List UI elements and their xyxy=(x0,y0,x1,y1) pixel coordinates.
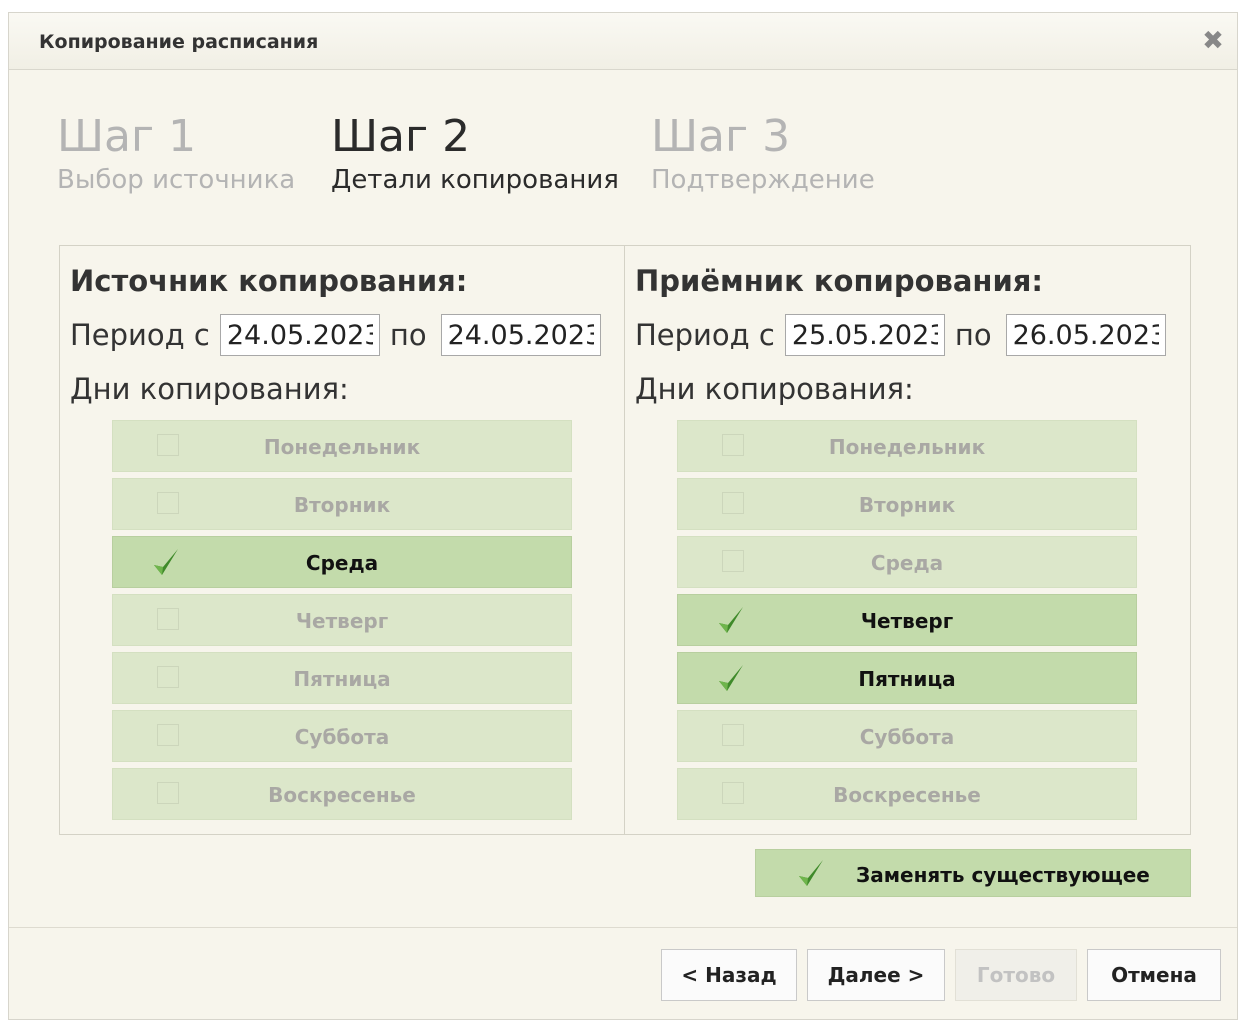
replace-existing-label: Заменять существующее xyxy=(856,863,1150,887)
step-1: Шаг 1 Выбор источника xyxy=(57,111,295,197)
wizard-steps: Шаг 1 Выбор источника Шаг 2 Детали копир… xyxy=(9,111,1237,221)
step-1-description: Выбор источника xyxy=(57,165,296,195)
checkmark-icon xyxy=(799,860,823,886)
day-label: Суббота xyxy=(859,725,955,749)
target-day-checkbox[interactable]: Понедельник xyxy=(677,420,1137,472)
source-title: Источник копирования: xyxy=(70,264,468,298)
target-day-checkbox[interactable]: Четверг xyxy=(677,594,1137,646)
target-day-checkbox[interactable]: Воскресенье xyxy=(677,768,1137,820)
target-title: Приёмник копирования: xyxy=(635,264,1043,298)
source-period: Период с по xyxy=(70,312,601,358)
back-button[interactable]: < Назад xyxy=(661,949,797,1001)
target-period-label: Период с xyxy=(635,318,775,352)
step-2-description: Детали копирования xyxy=(331,165,619,195)
source-days-list: Понедельник Вторник Среда Четверг Пятница Суб… xyxy=(112,420,572,826)
cancel-button[interactable]: Отмена xyxy=(1087,949,1221,1001)
step-3-description: Подтверждение xyxy=(651,165,875,195)
source-day-checkbox[interactable]: Пятница xyxy=(112,652,572,704)
target-period: Период с по xyxy=(635,312,1166,358)
copy-panels: Источник копирования: Период с по Дни ко… xyxy=(59,245,1191,835)
dialog-titlebar: Копирование расписания ✖ xyxy=(9,13,1237,70)
step-2: Шаг 2 Детали копирования xyxy=(331,111,619,197)
source-days-label: Дни копирования: xyxy=(70,372,349,406)
target-date-from[interactable] xyxy=(784,314,945,356)
target-days-list: Понедельник Вторник Среда Четверг Пятница Суб… xyxy=(677,420,1137,826)
target-day-checkbox[interactable]: Пятница xyxy=(677,652,1137,704)
target-day-checkbox[interactable]: Суббота xyxy=(677,710,1137,762)
day-label: Понедельник xyxy=(263,435,421,459)
source-date-from[interactable] xyxy=(219,314,380,356)
day-label: Понедельник xyxy=(828,435,986,459)
copy-schedule-dialog: Копирование расписания ✖ Шаг 1 Выбор ист… xyxy=(8,12,1238,1020)
target-panel: Приёмник копирования: Период с по Дни ко… xyxy=(625,246,1190,834)
day-label: Четверг xyxy=(295,609,389,633)
target-day-checkbox[interactable]: Среда xyxy=(677,536,1137,588)
day-label: Пятница xyxy=(858,667,956,691)
source-day-checkbox[interactable]: Четверг xyxy=(112,594,572,646)
replace-existing-toggle[interactable]: Заменять существующее xyxy=(755,849,1191,897)
source-date-to[interactable] xyxy=(440,314,601,356)
source-day-checkbox[interactable]: Суббота xyxy=(112,710,572,762)
day-label: Вторник xyxy=(858,493,956,517)
step-3-number: Шаг 3 xyxy=(651,111,791,162)
footer-divider xyxy=(9,927,1237,928)
target-period-sep: по xyxy=(954,318,992,352)
source-day-checkbox[interactable]: Среда xyxy=(112,536,572,588)
target-days-label: Дни копирования: xyxy=(635,372,914,406)
target-date-to[interactable] xyxy=(1005,314,1166,356)
dialog-title: Копирование расписания xyxy=(39,31,319,53)
day-label: Воскресенье xyxy=(833,783,981,807)
day-label: Среда xyxy=(870,551,944,575)
day-label: Вторник xyxy=(293,493,391,517)
step-2-number: Шаг 2 xyxy=(331,111,471,162)
day-label: Воскресенье xyxy=(268,783,416,807)
step-1-number: Шаг 1 xyxy=(57,111,197,162)
day-label: Среда xyxy=(305,551,379,575)
source-period-sep: по xyxy=(389,318,427,352)
day-label: Четверг xyxy=(860,609,954,633)
day-label: Пятница xyxy=(293,667,391,691)
next-button[interactable]: Далее > xyxy=(807,949,945,1001)
close-icon[interactable]: ✖ xyxy=(1199,27,1227,55)
target-day-checkbox[interactable]: Вторник xyxy=(677,478,1137,530)
source-panel: Источник копирования: Период с по Дни ко… xyxy=(60,246,625,834)
source-day-checkbox[interactable]: Понедельник xyxy=(112,420,572,472)
day-label: Суббота xyxy=(294,725,390,749)
source-day-checkbox[interactable]: Вторник xyxy=(112,478,572,530)
source-period-label: Период с xyxy=(70,318,210,352)
done-button[interactable]: Готово xyxy=(955,949,1077,1001)
step-3: Шаг 3 Подтверждение xyxy=(651,111,875,197)
source-day-checkbox[interactable]: Воскресенье xyxy=(112,768,572,820)
